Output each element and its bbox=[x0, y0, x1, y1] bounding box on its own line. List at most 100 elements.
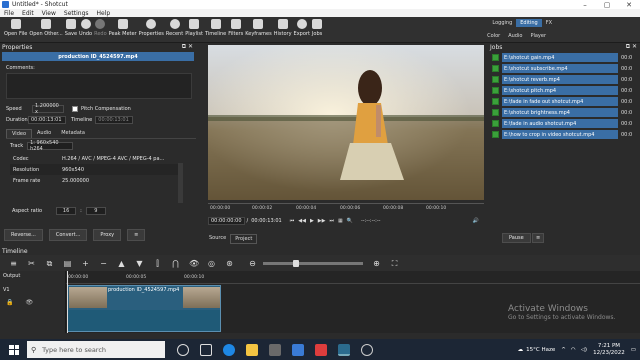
recent-button[interactable]: Recent bbox=[166, 17, 183, 37]
redo-button[interactable]: Redo bbox=[94, 17, 107, 37]
properties-button[interactable]: Properties bbox=[139, 17, 164, 37]
speed-input[interactable]: 1.200000 x bbox=[32, 103, 64, 115]
list-item[interactable]: E:\shotcut subscribe.mp4 00:0 bbox=[492, 63, 640, 74]
open-file-button[interactable]: Open File bbox=[4, 17, 27, 37]
save-button[interactable]: Save bbox=[65, 17, 77, 37]
position-timecode[interactable]: 00:00:00:00 bbox=[208, 217, 245, 225]
list-item[interactable]: E:\fade in audio shotcut.mp4 00:0 bbox=[492, 118, 640, 129]
menu-help[interactable]: Help bbox=[93, 10, 115, 17]
minimize-button[interactable]: – bbox=[574, 1, 596, 9]
tray-chevron-icon[interactable]: ^ bbox=[561, 347, 566, 353]
scrub-icon[interactable]: 👁 bbox=[189, 259, 199, 268]
undo-button[interactable]: Undo bbox=[79, 17, 92, 37]
timeline-ruler[interactable]: 00:00:00 00:00:05 00:00:10 bbox=[66, 271, 640, 284]
speaker-icon[interactable]: ◁) bbox=[581, 347, 587, 353]
timeline-clip[interactable]: production ID_4524597.mp4 bbox=[67, 285, 221, 332]
copy-icon[interactable]: ⧉ bbox=[45, 259, 54, 268]
fast-forward-icon[interactable]: ▶▶ bbox=[318, 218, 326, 224]
mail-icon[interactable] bbox=[292, 343, 304, 356]
taskbar-search[interactable]: ⚲ Type here to search bbox=[27, 341, 165, 358]
layout-player[interactable]: Player bbox=[526, 33, 550, 39]
layout-logging[interactable]: Logging bbox=[488, 19, 516, 27]
rewind-icon[interactable]: ◀◀ bbox=[298, 218, 306, 224]
filters-button[interactable]: Filters bbox=[228, 17, 243, 37]
jobs-menu-button[interactable]: ≡ bbox=[532, 233, 545, 243]
video-preview[interactable] bbox=[208, 45, 484, 200]
aspect-width-input[interactable]: 16 bbox=[56, 207, 77, 215]
file-explorer-icon[interactable] bbox=[246, 343, 258, 356]
eye-icon[interactable]: 👁 bbox=[25, 299, 33, 306]
append-icon[interactable]: + bbox=[81, 259, 90, 268]
menu-settings[interactable]: Settings bbox=[60, 10, 93, 17]
zoom-slider[interactable] bbox=[263, 259, 363, 267]
viewer-ruler[interactable]: 00:00:00 00:00:02 00:00:04 00:00:06 00:0… bbox=[208, 203, 484, 213]
open-other-button[interactable]: Open Other... bbox=[29, 17, 63, 37]
list-item[interactable]: E:\fade in fade out shotcut.mp4 00:0 bbox=[492, 96, 640, 107]
track-select[interactable]: 1: 960x540 h264 bbox=[27, 140, 74, 152]
lift-icon[interactable]: ▲ bbox=[117, 259, 126, 268]
aspect-height-input[interactable]: 9 bbox=[85, 207, 106, 215]
close-panel-icon[interactable]: ⧉ ✕ bbox=[626, 43, 637, 51]
maximize-button[interactable]: ▢ bbox=[596, 1, 618, 9]
close-button[interactable]: ✕ bbox=[618, 1, 640, 9]
pause-button[interactable]: Pause bbox=[502, 233, 531, 243]
wifi-icon[interactable]: ◠ bbox=[571, 347, 576, 353]
export-button[interactable]: Export bbox=[294, 17, 310, 37]
zoom-in-icon[interactable]: ⊕ bbox=[372, 259, 381, 268]
snap-icon[interactable]: ⋂ bbox=[171, 259, 180, 268]
edge-icon[interactable] bbox=[223, 343, 235, 356]
layout-editing[interactable]: Editing bbox=[516, 19, 542, 27]
reverse-button[interactable]: Reverse... bbox=[4, 229, 43, 241]
split-icon[interactable]: ⫿ bbox=[153, 259, 162, 268]
ripple-all-icon[interactable]: ⊛ bbox=[225, 259, 234, 268]
paste-icon[interactable]: ▤ bbox=[63, 259, 72, 268]
tab-audio[interactable]: Audio bbox=[32, 129, 56, 138]
zoom-out-icon[interactable]: ⊖ bbox=[248, 259, 257, 268]
play-icon[interactable]: ▶ bbox=[310, 218, 314, 224]
menu-edit[interactable]: Edit bbox=[18, 10, 38, 17]
list-item[interactable]: E:\shotcut reverb.mp4 00:0 bbox=[492, 74, 640, 85]
menu-file[interactable]: File bbox=[0, 10, 18, 17]
properties-menu-button[interactable]: ≡ bbox=[127, 229, 146, 241]
cut-icon[interactable]: ✂ bbox=[27, 259, 36, 268]
tab-source[interactable]: Source bbox=[205, 234, 230, 244]
timeline-button[interactable]: Timeline bbox=[205, 17, 226, 37]
weather-icon[interactable]: ☁ bbox=[518, 347, 524, 353]
windows-start-icon[interactable] bbox=[9, 344, 19, 355]
properties-scrollbar[interactable] bbox=[178, 163, 183, 203]
ripple-icon[interactable]: ◎ bbox=[207, 259, 216, 268]
list-item[interactable]: E:\how to crop in video shotcut.mp4 00:0 bbox=[492, 129, 640, 140]
list-item[interactable]: E:\shotcut pitch.mp4 00:0 bbox=[492, 85, 640, 96]
layout-fx[interactable]: FX bbox=[542, 19, 556, 27]
tab-project[interactable]: Project bbox=[230, 234, 258, 244]
remove-icon[interactable]: − bbox=[99, 259, 108, 268]
grid-icon[interactable]: ▦ bbox=[338, 218, 343, 224]
notifications-icon[interactable]: ▭ bbox=[631, 347, 636, 353]
list-item[interactable]: E:\shotcut brightness.mp4 00:0 bbox=[492, 107, 640, 118]
duration-input[interactable]: 00:00:13:01 bbox=[28, 115, 66, 124]
list-item[interactable]: E:\shotcut gain.mp4 00:0 bbox=[492, 52, 640, 63]
zoom-fit-icon[interactable]: ⛶ bbox=[390, 259, 399, 268]
history-button[interactable]: History bbox=[274, 17, 292, 37]
store-icon[interactable] bbox=[269, 343, 281, 356]
skip-previous-icon[interactable]: ⏮ bbox=[290, 218, 295, 224]
volume-icon[interactable]: 🔊 bbox=[473, 218, 479, 224]
comments-field[interactable] bbox=[6, 73, 192, 99]
zoom-slider-handle[interactable] bbox=[293, 259, 299, 267]
shotcut-taskbar-icon[interactable] bbox=[338, 343, 350, 356]
tab-video[interactable]: Video bbox=[6, 129, 33, 138]
layout-color[interactable]: Color bbox=[483, 33, 504, 39]
layout-audio[interactable]: Audio bbox=[504, 33, 526, 39]
peak-meter-button[interactable]: Peak Meter bbox=[109, 17, 137, 37]
menu-view[interactable]: View bbox=[38, 10, 60, 17]
task-view-icon[interactable] bbox=[200, 343, 212, 356]
proxy-button[interactable]: Proxy bbox=[93, 229, 122, 241]
playhead[interactable] bbox=[67, 271, 68, 333]
keyframes-button[interactable]: Keyframes bbox=[245, 17, 272, 37]
zoom-icon[interactable]: 🔍 bbox=[347, 218, 353, 224]
jobs-button[interactable]: Jobs bbox=[312, 17, 322, 37]
pitch-compensation-checkbox[interactable] bbox=[72, 105, 78, 112]
skip-next-icon[interactable]: ⏭ bbox=[330, 218, 335, 224]
menu-icon[interactable]: ≡ bbox=[9, 259, 18, 268]
close-panel-icon[interactable]: ⧉ ✕ bbox=[182, 43, 193, 51]
